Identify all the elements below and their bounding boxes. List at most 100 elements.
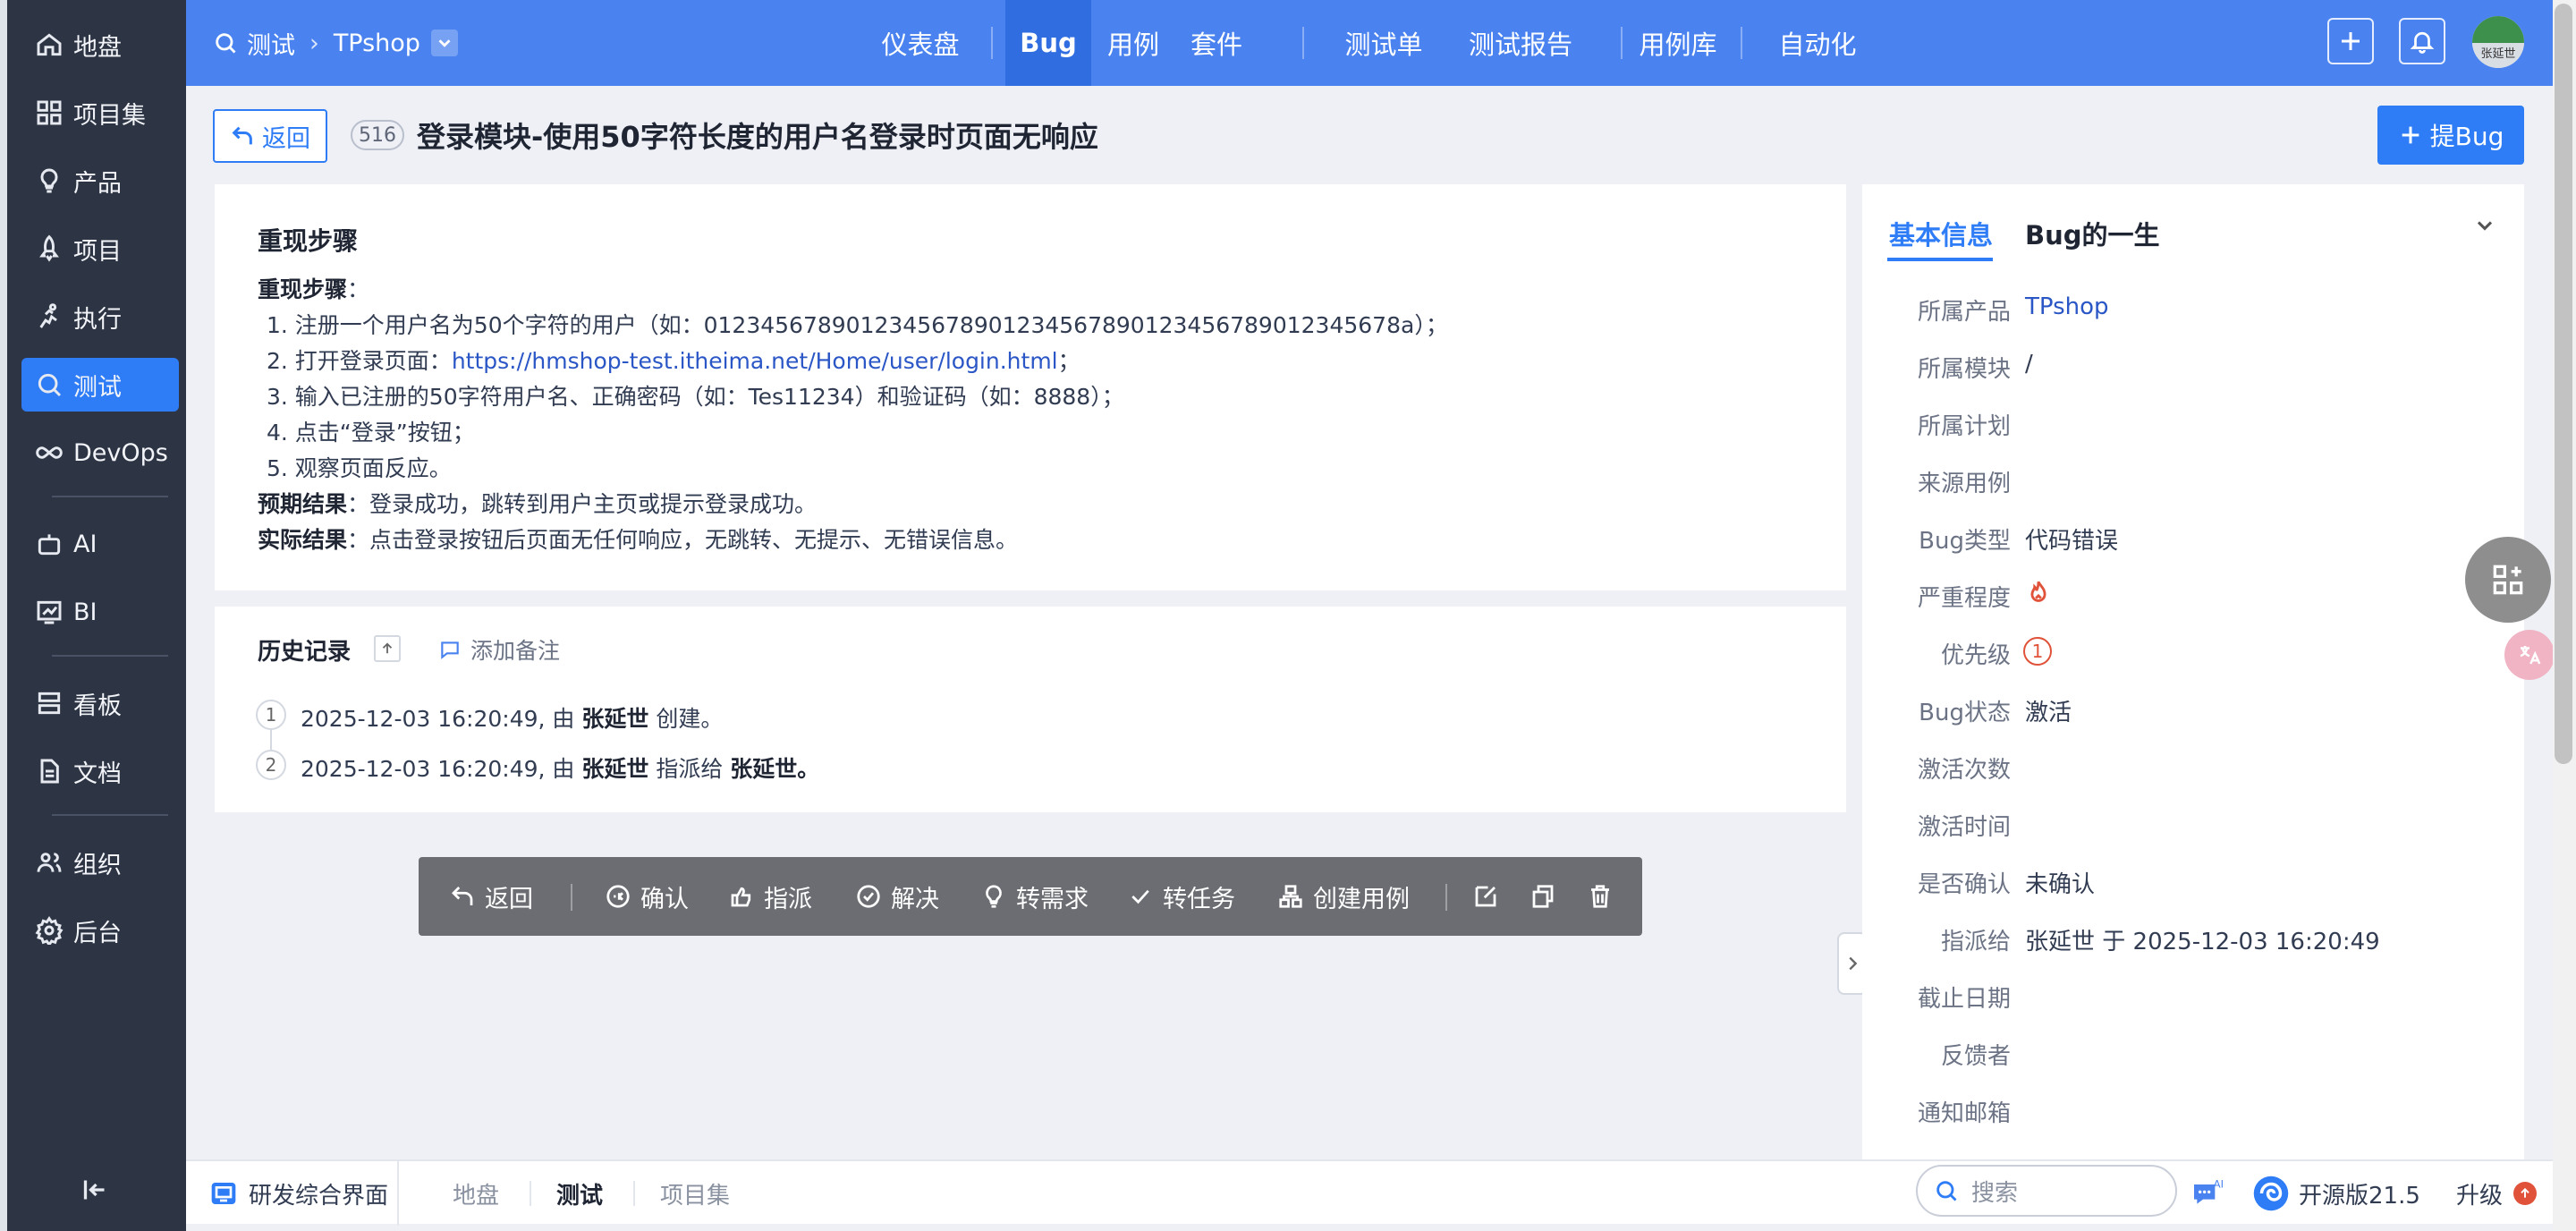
left-sidebar: 地盘 项目集 产品 项目 执行 测试 DevOps AI BI 看板 文档 组织… bbox=[0, 0, 186, 1231]
notification-button[interactable] bbox=[2399, 18, 2445, 64]
tab-bug-lifecycle[interactable]: Bug的一生 bbox=[2025, 215, 2160, 252]
upgrade-button[interactable]: 升级 bbox=[2456, 1161, 2538, 1226]
field-label: 激活次数 bbox=[1917, 757, 2011, 784]
sidebar-item-label: 项目 bbox=[73, 237, 122, 266]
zentao-logo-icon bbox=[2253, 1176, 2289, 1211]
breadcrumb-product[interactable]: TPshop bbox=[334, 30, 420, 57]
sidebar-item-execution[interactable]: 执行 bbox=[21, 290, 179, 344]
history-panel: 历史记录 添加备注 1 2025-12-03 16:20:49, 由 张延世 创… bbox=[215, 607, 1846, 812]
bell-icon bbox=[2410, 31, 2435, 54]
sidebar-item-devops[interactable]: DevOps bbox=[21, 426, 179, 480]
undo-icon bbox=[452, 887, 473, 905]
grid-icon bbox=[34, 98, 64, 128]
copy-button[interactable] bbox=[1530, 857, 1565, 936]
sidebar-item-admin[interactable]: 后台 bbox=[21, 904, 179, 957]
actual-result: 实际结果：点击登录按钮后页面无任何响应，无跳转、无提示、无错误信息。 bbox=[258, 527, 1019, 553]
confirm-button[interactable]: 确认 bbox=[605, 857, 689, 936]
bottom-taskbar: 研发综合界面 地盘 测试 项目集 AI 开源版21.5 升级 bbox=[186, 1159, 2553, 1226]
sidebar-item-bi[interactable]: BI bbox=[21, 585, 179, 639]
sidebar-item-kanban[interactable]: 看板 bbox=[21, 676, 179, 730]
report-bug-label: 提Bug bbox=[2429, 122, 2504, 151]
arrow-up-icon bbox=[2513, 1182, 2538, 1205]
to-story-button[interactable]: 转需求 bbox=[980, 857, 1089, 936]
sort-toggle-button[interactable] bbox=[374, 635, 401, 662]
history-index: 2 bbox=[256, 750, 286, 780]
chevron-right-icon bbox=[1849, 956, 1858, 971]
sidebar-item-label: 地盘 bbox=[73, 33, 122, 62]
search-icon bbox=[1936, 1181, 1957, 1201]
active-tab-indicator bbox=[1887, 258, 1993, 261]
search-input[interactable]: 搜索 bbox=[1916, 1165, 2177, 1217]
edit-icon bbox=[1475, 886, 1496, 907]
scrollbar-thumb[interactable] bbox=[2555, 4, 2572, 764]
nav-divider bbox=[1302, 27, 1304, 59]
avatar[interactable]: 张延世 bbox=[2472, 16, 2524, 68]
translate-button[interactable] bbox=[2504, 630, 2555, 680]
search-placeholder: 搜索 bbox=[1971, 1179, 2019, 1207]
sidebar-item-product[interactable]: 产品 bbox=[21, 154, 179, 208]
action-toolbar: 返回 确认 指派 解决 转需求 转任务 创建用例 bbox=[419, 857, 1642, 936]
floating-app-button[interactable] bbox=[2465, 537, 2551, 623]
bottom-tab-programs[interactable]: 项目集 bbox=[660, 1161, 730, 1226]
ai-chat-button[interactable]: AI bbox=[2190, 1161, 2225, 1226]
create-testcase-button[interactable]: 创建用例 bbox=[1277, 857, 1410, 936]
edition-label[interactable]: 开源版21.5 bbox=[2252, 1161, 2420, 1226]
step-item: 4. 点击“登录”按钮； bbox=[267, 420, 475, 446]
add-note-button[interactable]: 添加备注 bbox=[438, 633, 560, 666]
create-button[interactable] bbox=[2327, 18, 2374, 64]
collapse-info-button[interactable] bbox=[2472, 213, 2497, 242]
edit-button[interactable] bbox=[1472, 857, 1508, 936]
nav-suite[interactable]: 套件 bbox=[1174, 0, 1259, 86]
ai-chat-icon: AI bbox=[2194, 1177, 2224, 1204]
sidebar-item-label: 产品 bbox=[73, 169, 122, 198]
sidebar-item-programs[interactable]: 项目集 bbox=[21, 86, 179, 140]
nav-bug[interactable]: Bug bbox=[1005, 0, 1091, 86]
bottom-tab-home[interactable]: 地盘 bbox=[453, 1161, 499, 1226]
avatar-name: 张延世 bbox=[2472, 43, 2524, 68]
nav-testtask[interactable]: 测试单 bbox=[1326, 0, 1442, 86]
nav-caselib[interactable]: 用例库 bbox=[1624, 0, 1732, 86]
check-icon bbox=[1131, 889, 1149, 904]
sidebar-item-home[interactable]: 地盘 bbox=[21, 18, 179, 72]
login-url-link[interactable]: https://hmshop-test.itheima.net/Home/use… bbox=[452, 348, 1058, 374]
sidebar-item-label: 后台 bbox=[73, 919, 122, 947]
expected-result: 预期结果：登录成功，跳转到用户主页或提示登录成功。 bbox=[258, 491, 818, 517]
sidebar-item-label: 项目集 bbox=[73, 101, 146, 130]
sidebar-item-ai[interactable]: AI bbox=[21, 517, 179, 571]
run-icon bbox=[34, 301, 64, 332]
steps-heading: 重现步骤： bbox=[258, 276, 370, 302]
priority-badge: 1 bbox=[2023, 637, 2052, 666]
sidebar-item-test[interactable]: 测试 bbox=[21, 358, 179, 412]
assign-button[interactable]: 指派 bbox=[728, 857, 812, 936]
sidebar-item-docs[interactable]: 文档 bbox=[21, 744, 179, 798]
product-dropdown-button[interactable] bbox=[430, 30, 458, 56]
to-task-button[interactable]: 转任务 bbox=[1127, 857, 1235, 936]
sidebar-item-project[interactable]: 项目 bbox=[21, 222, 179, 276]
sidebar-item-org[interactable]: 组织 bbox=[21, 836, 179, 889]
toolbar-divider bbox=[571, 884, 572, 911]
collapse-sidebar-icon[interactable] bbox=[79, 1174, 111, 1206]
step-item: 5. 观察页面反应。 bbox=[267, 455, 452, 481]
field-label: 所属模块 bbox=[1917, 356, 2011, 383]
delete-button[interactable] bbox=[1587, 857, 1623, 936]
chevron-right-icon: › bbox=[309, 29, 319, 57]
nav-testcase[interactable]: 用例 bbox=[1095, 0, 1172, 86]
report-bug-button[interactable]: 提Bug bbox=[2377, 106, 2524, 165]
field-product-link[interactable]: TPshop bbox=[2025, 293, 2109, 320]
nav-testreport[interactable]: 测试报告 bbox=[1449, 0, 1592, 86]
translate-icon bbox=[2520, 646, 2541, 665]
copy-icon bbox=[1532, 885, 1554, 908]
nav-automation[interactable]: 自动化 bbox=[1762, 0, 1873, 86]
resolve-button[interactable]: 解决 bbox=[855, 857, 939, 936]
field-value: 代码错误 bbox=[2025, 528, 2119, 555]
history-entry: 2025-12-03 16:20:49, 由 张延世 指派给 张延世。 bbox=[301, 756, 820, 782]
back-action-button[interactable]: 返回 bbox=[449, 857, 533, 936]
bottombar-divider bbox=[633, 1181, 635, 1206]
bottom-tab-test[interactable]: 测试 bbox=[556, 1161, 603, 1226]
back-button[interactable]: 返回 bbox=[213, 109, 327, 163]
tab-basic-info[interactable]: 基本信息 bbox=[1889, 215, 1993, 252]
app-switcher-button[interactable]: 研发综合界面 bbox=[209, 1161, 388, 1226]
breadcrumb-section[interactable]: 测试 bbox=[247, 26, 295, 61]
nav-dashboard[interactable]: 仪表盘 bbox=[871, 0, 970, 86]
sidebar-item-label: DevOps bbox=[73, 438, 168, 467]
